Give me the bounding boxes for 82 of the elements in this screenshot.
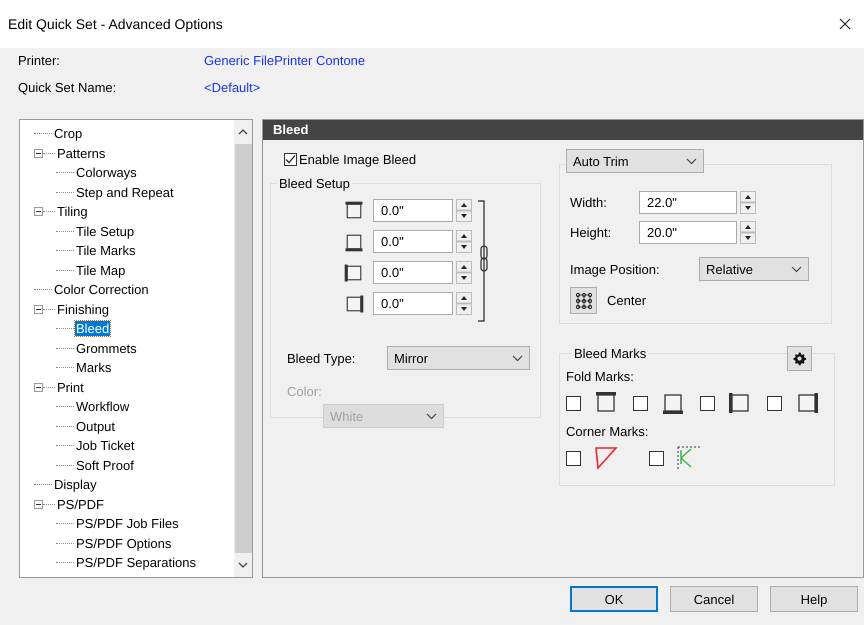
checkbox[interactable] (566, 396, 581, 410)
field-label: Width: (570, 194, 608, 210)
tree-item[interactable]: Marks (75, 360, 112, 376)
panel-header: Bleed (263, 120, 863, 140)
field-label: Color: (287, 384, 323, 399)
number-field[interactable]: 0.0" (373, 261, 453, 284)
tree-item[interactable]: Step and Repeat (75, 184, 175, 200)
settings-button[interactable] (787, 346, 812, 371)
tree-item[interactable]: Job Ticket (75, 438, 136, 454)
number-field[interactable]: 0.0" (373, 292, 453, 315)
tree-item[interactable]: PS/PDF (56, 496, 105, 512)
tree-item[interactable]: Soft Proof (75, 458, 135, 473)
spinner-icon[interactable] (740, 220, 756, 244)
scrollbar[interactable] (234, 120, 252, 577)
tree-item[interactable]: Display (53, 477, 98, 492)
checkbox[interactable] (700, 396, 715, 410)
field-label: Fold Marks: (566, 369, 635, 384)
number-field[interactable]: 22.0" (639, 190, 737, 214)
tree-item[interactable]: Workflow (75, 399, 130, 414)
tree-item[interactable]: Finishing (56, 302, 110, 317)
checkbox[interactable] (566, 450, 581, 466)
dropdown[interactable]: Auto Trim (566, 149, 704, 173)
tree-item[interactable]: Patterns (56, 146, 106, 161)
caret-icon (686, 158, 697, 164)
edge-icon (343, 200, 365, 222)
field-label: Printer: (18, 53, 61, 68)
caret-icon (791, 266, 802, 272)
anchor-label: Center (607, 293, 646, 308)
scrollbar-thumb[interactable] (234, 144, 252, 553)
tree-item[interactable]: PS/PDF Job Files (75, 516, 180, 532)
spinner-icon[interactable] (456, 199, 472, 222)
checkbox[interactable] (649, 450, 664, 466)
spinner-icon[interactable] (456, 230, 472, 253)
collapse-icon[interactable] (34, 382, 43, 392)
spinner-icon[interactable] (456, 292, 472, 315)
tree-item[interactable]: Colorways (75, 165, 138, 180)
tree-item[interactable]: Bleed (75, 321, 110, 336)
field-value: Generic FilePrinter Contone (204, 53, 366, 68)
anchor-button[interactable] (570, 287, 597, 314)
collapse-icon[interactable] (34, 304, 43, 314)
checkbox[interactable] (767, 396, 782, 410)
tree-item[interactable]: PS/PDF Options (75, 536, 172, 551)
tree-item[interactable]: Tile Marks (75, 243, 136, 258)
field-label: Quick Set Name: (18, 80, 118, 95)
checkbox[interactable] (633, 396, 648, 410)
collapse-icon[interactable] (34, 207, 43, 216)
collapse-icon[interactable] (34, 148, 43, 158)
number-field[interactable]: 0.0" (373, 199, 453, 222)
checkbox-label: Enable Image Bleed (299, 152, 416, 166)
tree-item[interactable]: Tiling (56, 204, 89, 220)
dialog-button[interactable]: OK (570, 586, 658, 612)
dialog-button[interactable]: Help (770, 586, 858, 612)
spinner-icon[interactable] (740, 190, 756, 214)
number-field[interactable]: 0.0" (373, 230, 453, 253)
tree-item[interactable]: Print (56, 380, 85, 395)
tree-item[interactable]: Crop (53, 126, 84, 142)
caret-icon (426, 412, 437, 420)
tree-item[interactable]: Tile Setup (75, 224, 136, 239)
field-label: Corner Marks: (566, 424, 650, 439)
group-title: Bleed Setup (278, 176, 351, 191)
close-icon[interactable] (838, 17, 852, 31)
dropdown[interactable]: Relative (699, 257, 809, 281)
field-label: Bleed Type: (287, 350, 356, 366)
tree-item[interactable]: Output (75, 418, 116, 434)
tree-item[interactable]: Grommets (75, 340, 138, 356)
spinner-icon[interactable] (456, 261, 472, 284)
tree-item[interactable]: PS/PDF Separations (75, 555, 197, 570)
tree-item[interactable]: Color Correction (53, 282, 150, 298)
dropdown[interactable]: Mirror (387, 346, 530, 370)
settings-icon (792, 351, 807, 366)
field-value: <Default> (204, 80, 262, 95)
group-title: Bleed Marks (573, 346, 648, 361)
window-title: Edit Quick Set - Advanced Options (8, 16, 223, 32)
dialog-button[interactable]: Cancel (670, 586, 758, 612)
checkbox[interactable] (284, 152, 297, 166)
grid-icon (574, 292, 592, 310)
number-field[interactable]: 20.0" (639, 220, 737, 244)
collapse-icon[interactable] (34, 500, 43, 509)
tree-item[interactable]: Tile Map (75, 262, 126, 278)
field-label: Height: (570, 224, 612, 240)
field-label: Image Position: (570, 262, 661, 276)
caret-icon (512, 354, 523, 362)
